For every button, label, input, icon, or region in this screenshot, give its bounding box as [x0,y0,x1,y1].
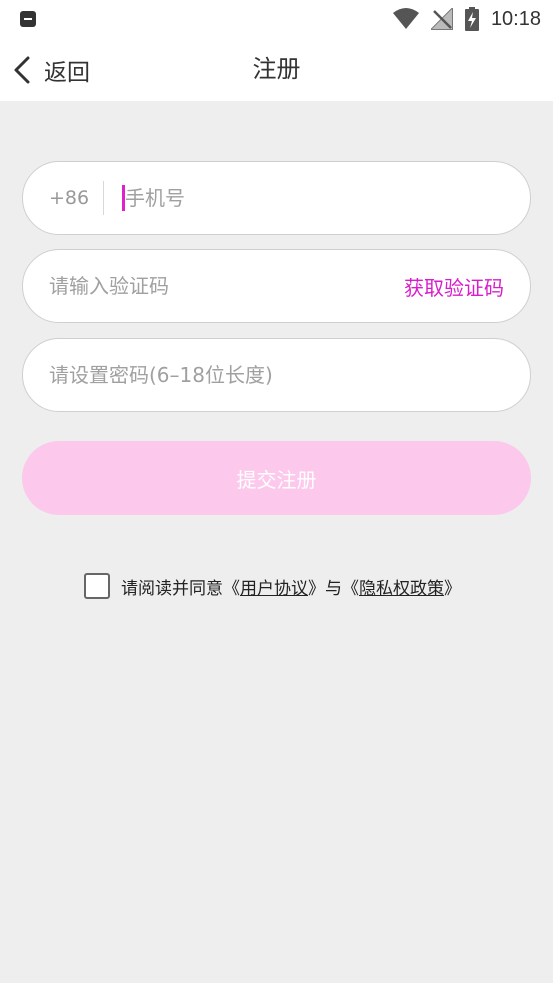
code-field: 获取验证码 [22,249,531,323]
wifi-icon [392,8,419,29]
back-button[interactable]: 返回 [12,38,90,101]
status-time: 10:18 [490,7,541,30]
agreement-prefix: 请阅读并同意《 [121,578,240,599]
phone-field: +86 [22,161,531,235]
status-bar: 10:18 [0,0,553,38]
agreement-middle: 》与《 [308,578,359,599]
verification-code-input[interactable] [49,274,404,298]
user-agreement-link[interactable]: 用户协议 [240,574,308,599]
nav-bar: 返回 注册 [0,38,553,101]
field-divider [103,181,104,215]
chevron-left-icon [14,56,30,83]
get-code-button[interactable]: 获取验证码 [404,272,504,301]
agreement-row: 请阅读并同意《 用户协议 》与《 隐私权政策 》 [84,572,461,600]
password-input[interactable] [49,363,504,387]
password-field [22,338,531,412]
no-signal-icon [430,8,453,30]
agree-checkbox[interactable] [84,573,110,599]
status-icons: 10:18 [392,7,541,31]
agreement-suffix: 》 [444,578,461,599]
country-code[interactable]: +86 [49,187,103,209]
submit-register-button[interactable]: 提交注册 [22,441,531,515]
privacy-policy-link[interactable]: 隐私权政策 [359,574,444,599]
battery-charging-icon [464,7,479,31]
phone-input[interactable] [125,186,504,210]
app-notification-icon [20,11,36,27]
back-label: 返回 [44,59,90,86]
